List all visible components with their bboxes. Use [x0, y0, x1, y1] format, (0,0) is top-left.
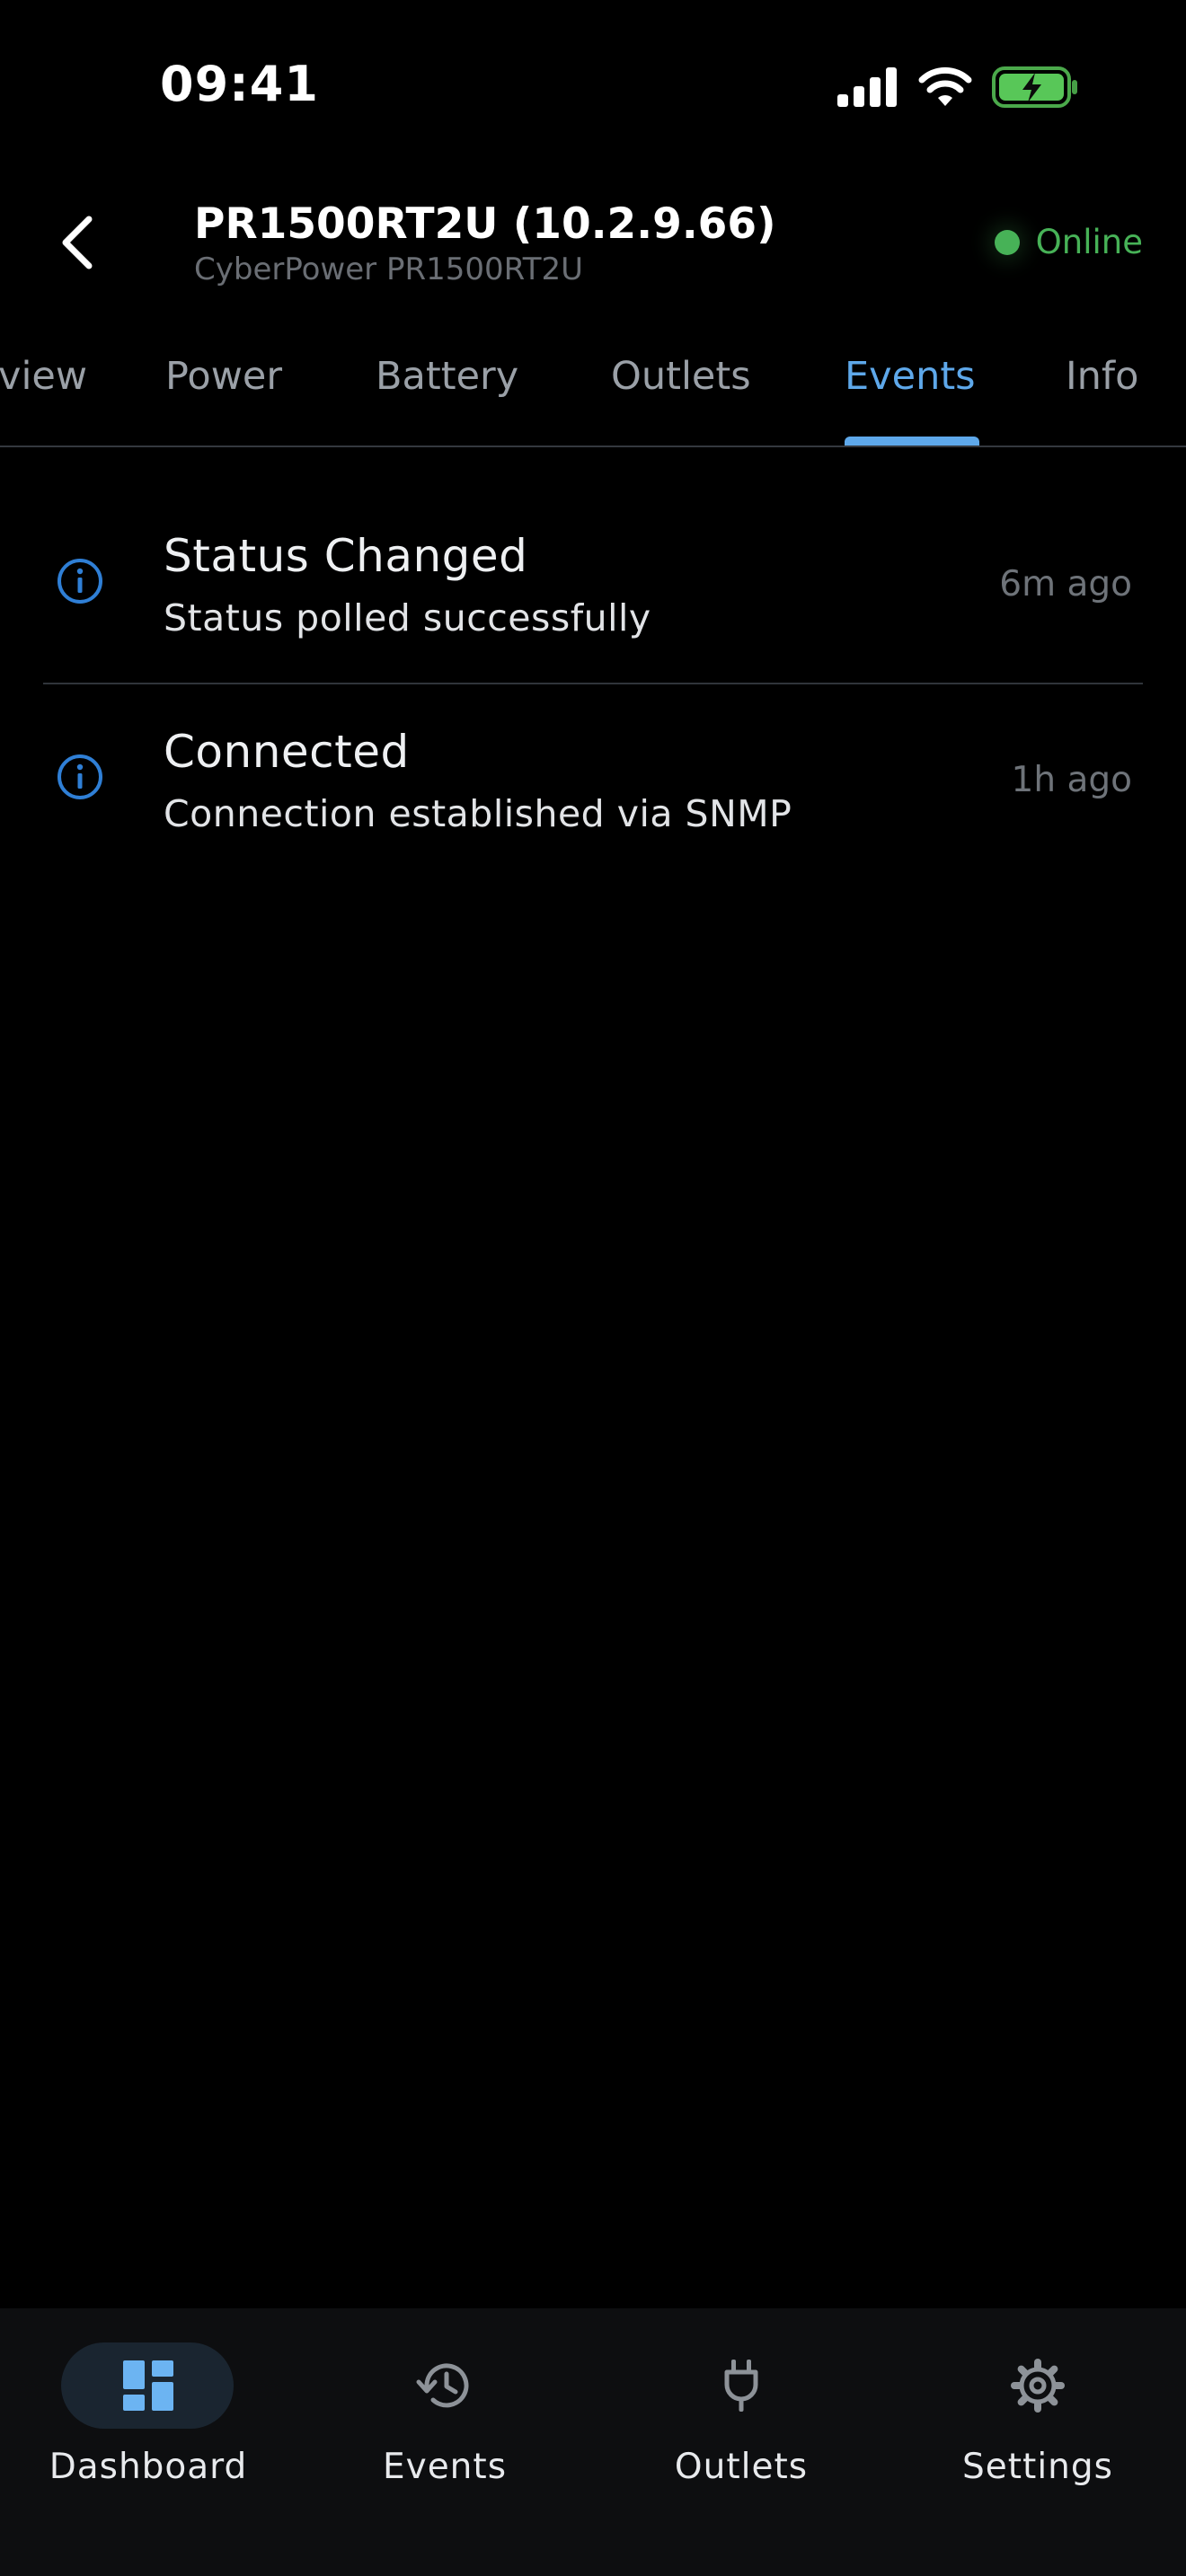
back-button[interactable]	[36, 198, 117, 287]
chevron-left-icon	[62, 216, 93, 269]
device-title: PR1500RT2U (10.2.9.66)	[194, 199, 776, 249]
screen: 09:41 PR1500RT2U (10.2.9.66) CyberPower …	[0, 0, 1186, 2576]
nav-label: Dashboard	[49, 2447, 248, 2487]
list-item[interactable]: Status Changed Status polled successfull…	[43, 485, 1143, 681]
tab-indicator	[845, 437, 979, 446]
info-icon	[58, 754, 102, 799]
event-time: 6m ago	[999, 564, 1132, 604]
status-time: 09:41	[160, 56, 319, 112]
device-subtitle: CyberPower PR1500RT2U	[194, 251, 584, 287]
nav-label: Outlets	[674, 2447, 809, 2487]
status-label: Online	[1035, 223, 1143, 261]
wifi-icon	[918, 66, 972, 106]
list-item[interactable]: Connected Connection established via SNM…	[43, 681, 1143, 877]
bottom-nav: Dashboard Events Outlets Settings	[0, 2308, 1186, 2576]
header: PR1500RT2U (10.2.9.66) CyberPower PR1500…	[0, 180, 1186, 305]
tab-power[interactable]: Power	[165, 354, 282, 399]
event-description: Connection established via SNMP	[164, 792, 792, 835]
tab-bar: view Power Battery Outlets Events Info	[0, 314, 1186, 447]
cellular-signal-icon	[837, 67, 897, 107]
tab-overview[interactable]: view	[0, 354, 87, 399]
status-icons	[837, 65, 1078, 110]
nav-label: Events	[382, 2447, 508, 2487]
online-dot-icon	[994, 229, 1020, 255]
nav-dashboard[interactable]: Dashboard	[0, 2325, 296, 2540]
nav-label: Settings	[962, 2447, 1113, 2487]
gear-icon	[1011, 2359, 1065, 2413]
nav-settings[interactable]: Settings	[890, 2325, 1186, 2540]
status-bar: 09:41	[0, 0, 1186, 171]
tab-info[interactable]: Info	[1066, 354, 1138, 399]
event-description: Status polled successfully	[164, 596, 651, 640]
event-title: Connected	[164, 726, 410, 778]
nav-events[interactable]: Events	[296, 2325, 593, 2540]
info-icon	[58, 559, 102, 604]
battery-charging-icon	[992, 66, 1077, 108]
history-icon	[416, 2363, 469, 2408]
tab-battery[interactable]: Battery	[376, 354, 518, 399]
status-badge: Online	[994, 223, 1143, 261]
nav-outlets[interactable]: Outlets	[593, 2325, 890, 2540]
dashboard-icon	[123, 2360, 173, 2411]
tab-outlets[interactable]: Outlets	[611, 354, 751, 399]
plug-icon	[724, 2360, 758, 2412]
tab-events[interactable]: Events	[845, 354, 976, 399]
event-time: 1h ago	[1011, 760, 1132, 800]
event-title: Status Changed	[164, 530, 528, 582]
